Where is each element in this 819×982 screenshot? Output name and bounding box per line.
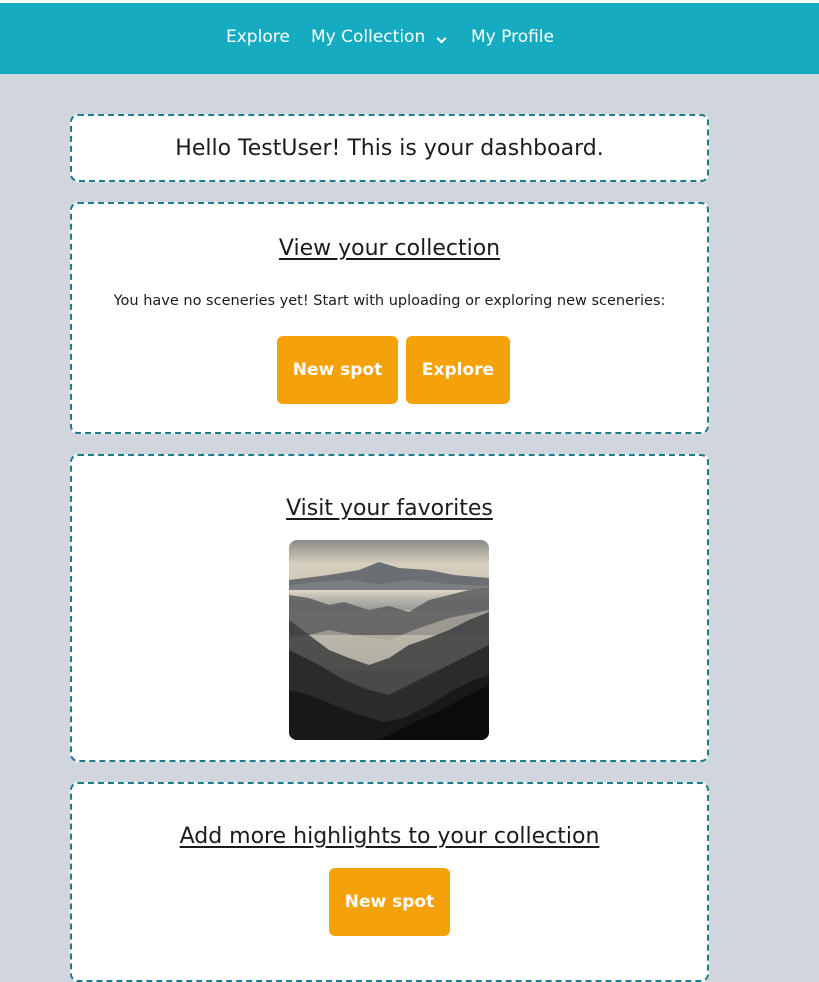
chevron-down-icon[interactable] (436, 33, 447, 44)
greeting-card: Hello TestUser! This is your dashboard. (70, 114, 709, 182)
new-spot-button[interactable]: New spot (277, 336, 398, 404)
highlights-card: Add more highlights to your collection N… (70, 782, 709, 982)
favorite-scenery-image[interactable] (289, 540, 489, 740)
dashboard-greeting: Hello TestUser! This is your dashboard. (175, 136, 604, 161)
nav-my-profile-link[interactable]: My Profile (471, 25, 554, 49)
top-navbar: Explore My Collection My Profile (0, 0, 819, 74)
empty-collection-message: You have no sceneries yet! Start with up… (113, 293, 666, 309)
view-collection-link[interactable]: View your collection (72, 235, 707, 263)
favorites-card: Visit your favorites (70, 454, 709, 762)
explore-button[interactable]: Explore (406, 336, 510, 404)
nav-my-collection-link[interactable]: My Collection (311, 25, 425, 49)
misty-mountains-image (289, 540, 489, 740)
collection-card: View your collection You have no sceneri… (70, 202, 709, 434)
add-highlights-link[interactable]: Add more highlights to your collection (72, 823, 707, 851)
nav-explore-link[interactable]: Explore (226, 25, 290, 49)
new-spot-button-secondary[interactable]: New spot (329, 868, 450, 936)
visit-favorites-link[interactable]: Visit your favorites (72, 495, 707, 523)
